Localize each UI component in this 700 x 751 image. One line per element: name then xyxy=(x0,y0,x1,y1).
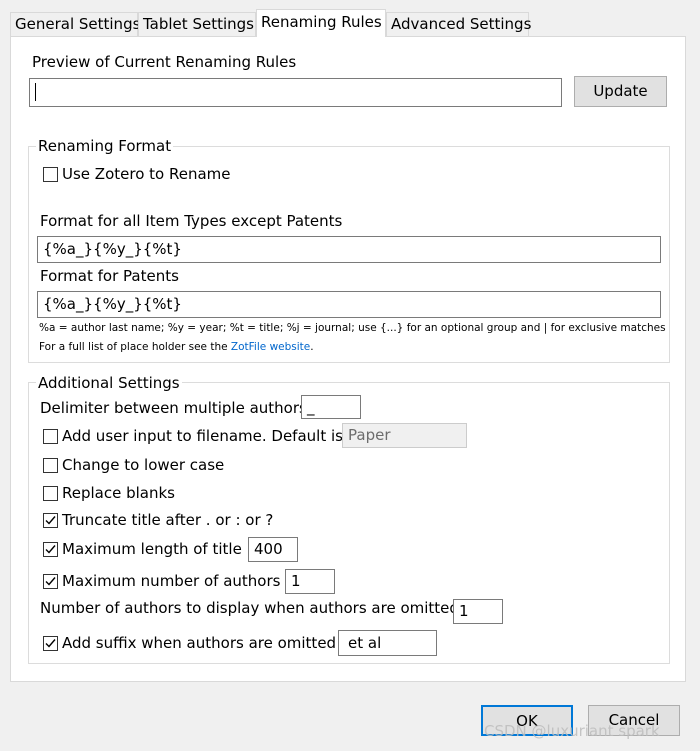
tab-label: Renaming Rules xyxy=(261,13,382,31)
default-user-input-field[interactable]: Paper xyxy=(342,423,467,448)
max-title-length-field[interactable]: 400 xyxy=(248,537,298,562)
tab-label: Tablet Settings xyxy=(143,15,254,33)
truncate-title-label: Truncate title after . or : or ? xyxy=(62,511,274,529)
format-all-field[interactable]: {%a_}{%y_}{%t} xyxy=(37,236,661,263)
help-prefix: For a full list of place holder see the xyxy=(39,341,231,353)
delimiter-label: Delimiter between multiple authors xyxy=(40,399,307,417)
zotfile-website-link[interactable]: ZotFile website xyxy=(231,341,310,353)
additional-settings-title: Additional Settings xyxy=(36,374,182,392)
text-cursor xyxy=(35,83,36,101)
checkmark-icon xyxy=(45,577,56,586)
authors-omitted-label: Number of authors to display when author… xyxy=(40,599,459,617)
help-suffix: . xyxy=(310,341,314,353)
tab-advanced-settings[interactable]: Advanced Settings xyxy=(386,12,532,36)
format-patents-label: Format for Patents xyxy=(40,267,179,285)
renaming-format-title: Renaming Format xyxy=(36,137,174,155)
use-zotero-checkbox[interactable] xyxy=(43,167,58,182)
max-authors-field[interactable]: 1 xyxy=(285,569,335,594)
tab-general-settings[interactable]: General Settings xyxy=(10,12,141,36)
update-button[interactable]: Update xyxy=(574,76,667,107)
max-authors-label: Maximum number of authors xyxy=(62,572,281,590)
tab-label: Advanced Settings xyxy=(391,15,532,33)
placeholder-help-text: %a = author last name; %y = year; %t = t… xyxy=(39,322,666,334)
use-zotero-label: Use Zotero to Rename xyxy=(62,165,231,183)
replace-blanks-checkbox[interactable] xyxy=(43,486,58,501)
format-patents-field[interactable]: {%a_}{%y_}{%t} xyxy=(37,291,661,318)
max-authors-checkbox[interactable] xyxy=(43,574,58,589)
checkmark-icon xyxy=(45,516,56,525)
checkmark-icon xyxy=(45,545,56,554)
placeholder-help-line2: For a full list of place holder see the … xyxy=(39,341,314,353)
preview-label: Preview of Current Renaming Rules xyxy=(32,53,297,71)
user-input-label: Add user input to filename. Default is xyxy=(62,427,343,445)
preview-field[interactable] xyxy=(29,78,562,107)
add-suffix-checkbox[interactable] xyxy=(43,636,58,651)
checkmark-icon xyxy=(45,639,56,648)
tab-label: General Settings xyxy=(15,15,141,33)
csdn-watermark: CSDN @luxuriant spark xyxy=(484,722,660,740)
truncate-title-checkbox[interactable] xyxy=(43,513,58,528)
replace-blanks-label: Replace blanks xyxy=(62,484,175,502)
lower-case-checkbox[interactable] xyxy=(43,458,58,473)
lower-case-label: Change to lower case xyxy=(62,456,225,474)
delimiter-field[interactable]: _ xyxy=(301,395,361,419)
tab-renaming-rules[interactable]: Renaming Rules xyxy=(256,9,386,37)
max-title-length-label: Maximum length of title xyxy=(62,540,242,558)
authors-omitted-field[interactable]: 1 xyxy=(453,599,503,624)
format-all-label: Format for all Item Types except Patents xyxy=(40,212,343,230)
add-suffix-label: Add suffix when authors are omitted xyxy=(62,634,337,652)
tab-tablet-settings[interactable]: Tablet Settings xyxy=(138,12,256,36)
suffix-field[interactable]: et al xyxy=(338,630,437,656)
user-input-checkbox[interactable] xyxy=(43,429,58,444)
max-title-length-checkbox[interactable] xyxy=(43,542,58,557)
